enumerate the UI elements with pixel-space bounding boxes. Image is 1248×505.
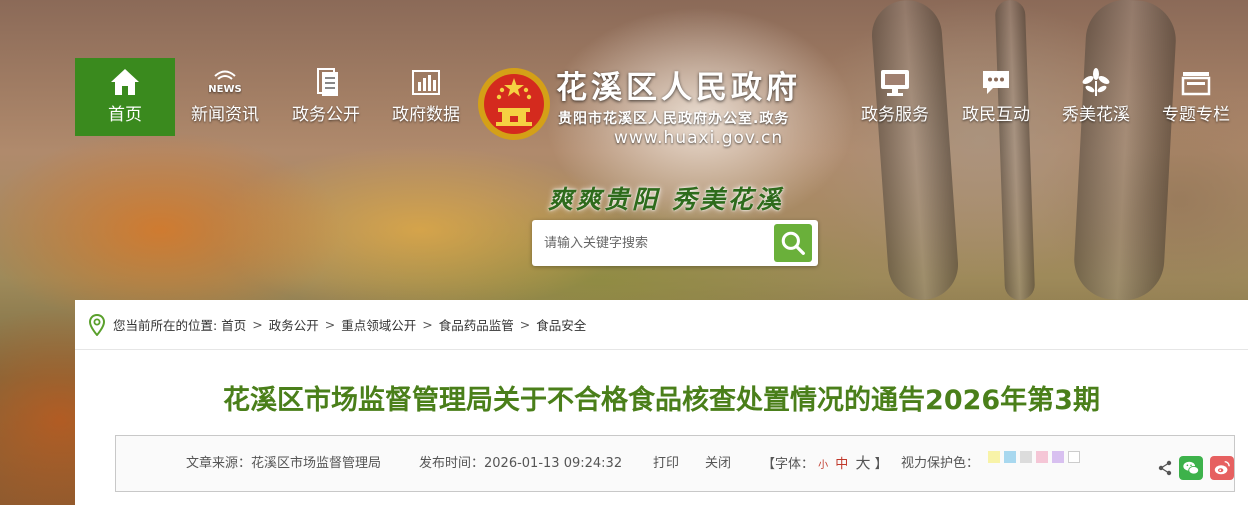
breadcrumb-link-home[interactable]: 首页 xyxy=(221,315,246,334)
site-url: www.huaxi.gov.cn xyxy=(614,128,784,148)
font-size-large-button[interactable]: 大 xyxy=(855,454,870,472)
search-input[interactable] xyxy=(532,220,770,266)
breadcrumb-separator: > xyxy=(252,317,263,332)
article-title: 花溪区市场监督管理局关于不合格食品核查处置情况的通告2026年第3期 xyxy=(223,385,1100,416)
close-button[interactable]: 关闭 xyxy=(705,452,731,471)
font-size-label: 【字体： xyxy=(762,457,815,472)
eye-protection-label: 视力保护色： xyxy=(901,456,980,471)
breadcrumb-link-food-safety[interactable]: 食品安全 xyxy=(536,315,586,334)
eye-protection-swatches xyxy=(988,449,1084,464)
breadcrumb-link-gov-affairs[interactable]: 政务公开 xyxy=(269,315,319,334)
monitor-icon xyxy=(845,58,945,104)
article-meta-bar: 文章来源：花溪区市场监督管理局 发布时间：2026-01-13 09:24:32… xyxy=(115,435,1235,492)
nav-item-home[interactable]: 首页 xyxy=(75,58,175,136)
font-size-medium-button[interactable]: 中 xyxy=(835,457,848,472)
nav-item-special[interactable]: 专题专栏 xyxy=(1146,58,1246,136)
time-value: 2026-01-13 09:24:32 xyxy=(484,456,623,471)
search-button[interactable] xyxy=(774,224,812,262)
source-value: 花溪区市场监督管理局 xyxy=(251,456,382,471)
nav-item-huaxi[interactable]: 秀美花溪 xyxy=(1046,58,1146,136)
tree-trunk-decoration xyxy=(994,0,1036,301)
site-subtitle: 贵阳市花溪区人民政府办公室.政务 xyxy=(558,111,790,127)
wechat-share-icon[interactable] xyxy=(1179,456,1203,480)
content-panel: 您当前所在的位置: 首页 > 政务公开 > 重点领域公开 > 食品药品监管 > … xyxy=(75,300,1248,505)
national-emblem-icon xyxy=(476,64,552,144)
font-size-bracket: 】 xyxy=(874,457,888,472)
breadcrumb-separator: > xyxy=(422,317,433,332)
font-size-control: 【字体： 小 中 大 】 xyxy=(762,452,888,473)
bar-chart-icon xyxy=(376,58,476,104)
tree-trunk-decoration xyxy=(1072,0,1178,303)
breadcrumb-separator: > xyxy=(324,317,336,332)
breadcrumb-separator: > xyxy=(519,317,531,332)
nav-item-gov-data[interactable]: 政府数据 xyxy=(376,58,476,136)
nav-item-news[interactable]: NEWS 新闻资讯 xyxy=(175,58,275,136)
news-badge: NEWS xyxy=(208,84,241,95)
location-pin-icon xyxy=(89,313,105,336)
eye-color-swatch[interactable] xyxy=(1036,450,1048,463)
nav-item-gov-service[interactable]: 政务服务 xyxy=(845,58,945,136)
eye-color-swatch[interactable] xyxy=(1020,450,1032,463)
home-icon xyxy=(75,58,175,104)
news-icon: NEWS xyxy=(175,58,275,104)
source-label: 文章来源： xyxy=(186,456,252,471)
eye-color-swatch[interactable] xyxy=(1004,450,1016,463)
share-icon[interactable] xyxy=(1157,460,1173,480)
nav-label: 新闻资讯 xyxy=(191,105,259,125)
nav-label: 政府数据 xyxy=(392,105,460,125)
slogan: 爽爽贵阳 秀美花溪 xyxy=(548,185,784,214)
document-icon xyxy=(276,58,376,104)
nav-label: 政务公开 xyxy=(292,105,360,125)
article-source: 文章来源：花溪区市场监督管理局 xyxy=(186,452,381,471)
chat-bubble-icon xyxy=(946,58,1046,104)
tree-trunk-decoration xyxy=(869,0,961,303)
nav-label: 政民互动 xyxy=(962,105,1030,125)
site-title: 花溪区人民政府 xyxy=(556,70,801,106)
breadcrumb: 您当前所在的位置: 首页 > 政务公开 > 重点领域公开 > 食品药品监管 > … xyxy=(75,300,1248,350)
nav-item-gov-affairs[interactable]: 政务公开 xyxy=(276,58,376,136)
eye-color-swatch[interactable] xyxy=(1052,450,1064,463)
flower-icon xyxy=(1046,58,1146,104)
eye-color-swatch[interactable] xyxy=(988,450,1000,463)
breadcrumb-prefix: 您当前所在的位置: xyxy=(113,318,218,333)
eye-color-swatch[interactable] xyxy=(1068,450,1080,463)
nav-label: 专题专栏 xyxy=(1162,105,1230,125)
weibo-share-icon[interactable] xyxy=(1210,456,1234,480)
search-box xyxy=(532,220,818,266)
nav-label: 首页 xyxy=(108,105,142,125)
nav-label: 秀美花溪 xyxy=(1062,105,1130,125)
nav-item-interaction[interactable]: 政民互动 xyxy=(946,58,1046,136)
font-size-small-button[interactable]: 小 xyxy=(818,460,828,471)
folder-icon xyxy=(1146,58,1246,104)
print-button[interactable]: 打印 xyxy=(653,452,679,471)
nav-label: 政务服务 xyxy=(861,105,929,125)
time-label: 发布时间： xyxy=(419,456,485,471)
article-time: 发布时间：2026-01-13 09:24:32 xyxy=(419,452,622,471)
breadcrumb-link-food-drug[interactable]: 食品药品监管 xyxy=(439,315,514,334)
search-icon xyxy=(781,231,805,255)
breadcrumb-link-key-areas[interactable]: 重点领域公开 xyxy=(341,315,416,334)
